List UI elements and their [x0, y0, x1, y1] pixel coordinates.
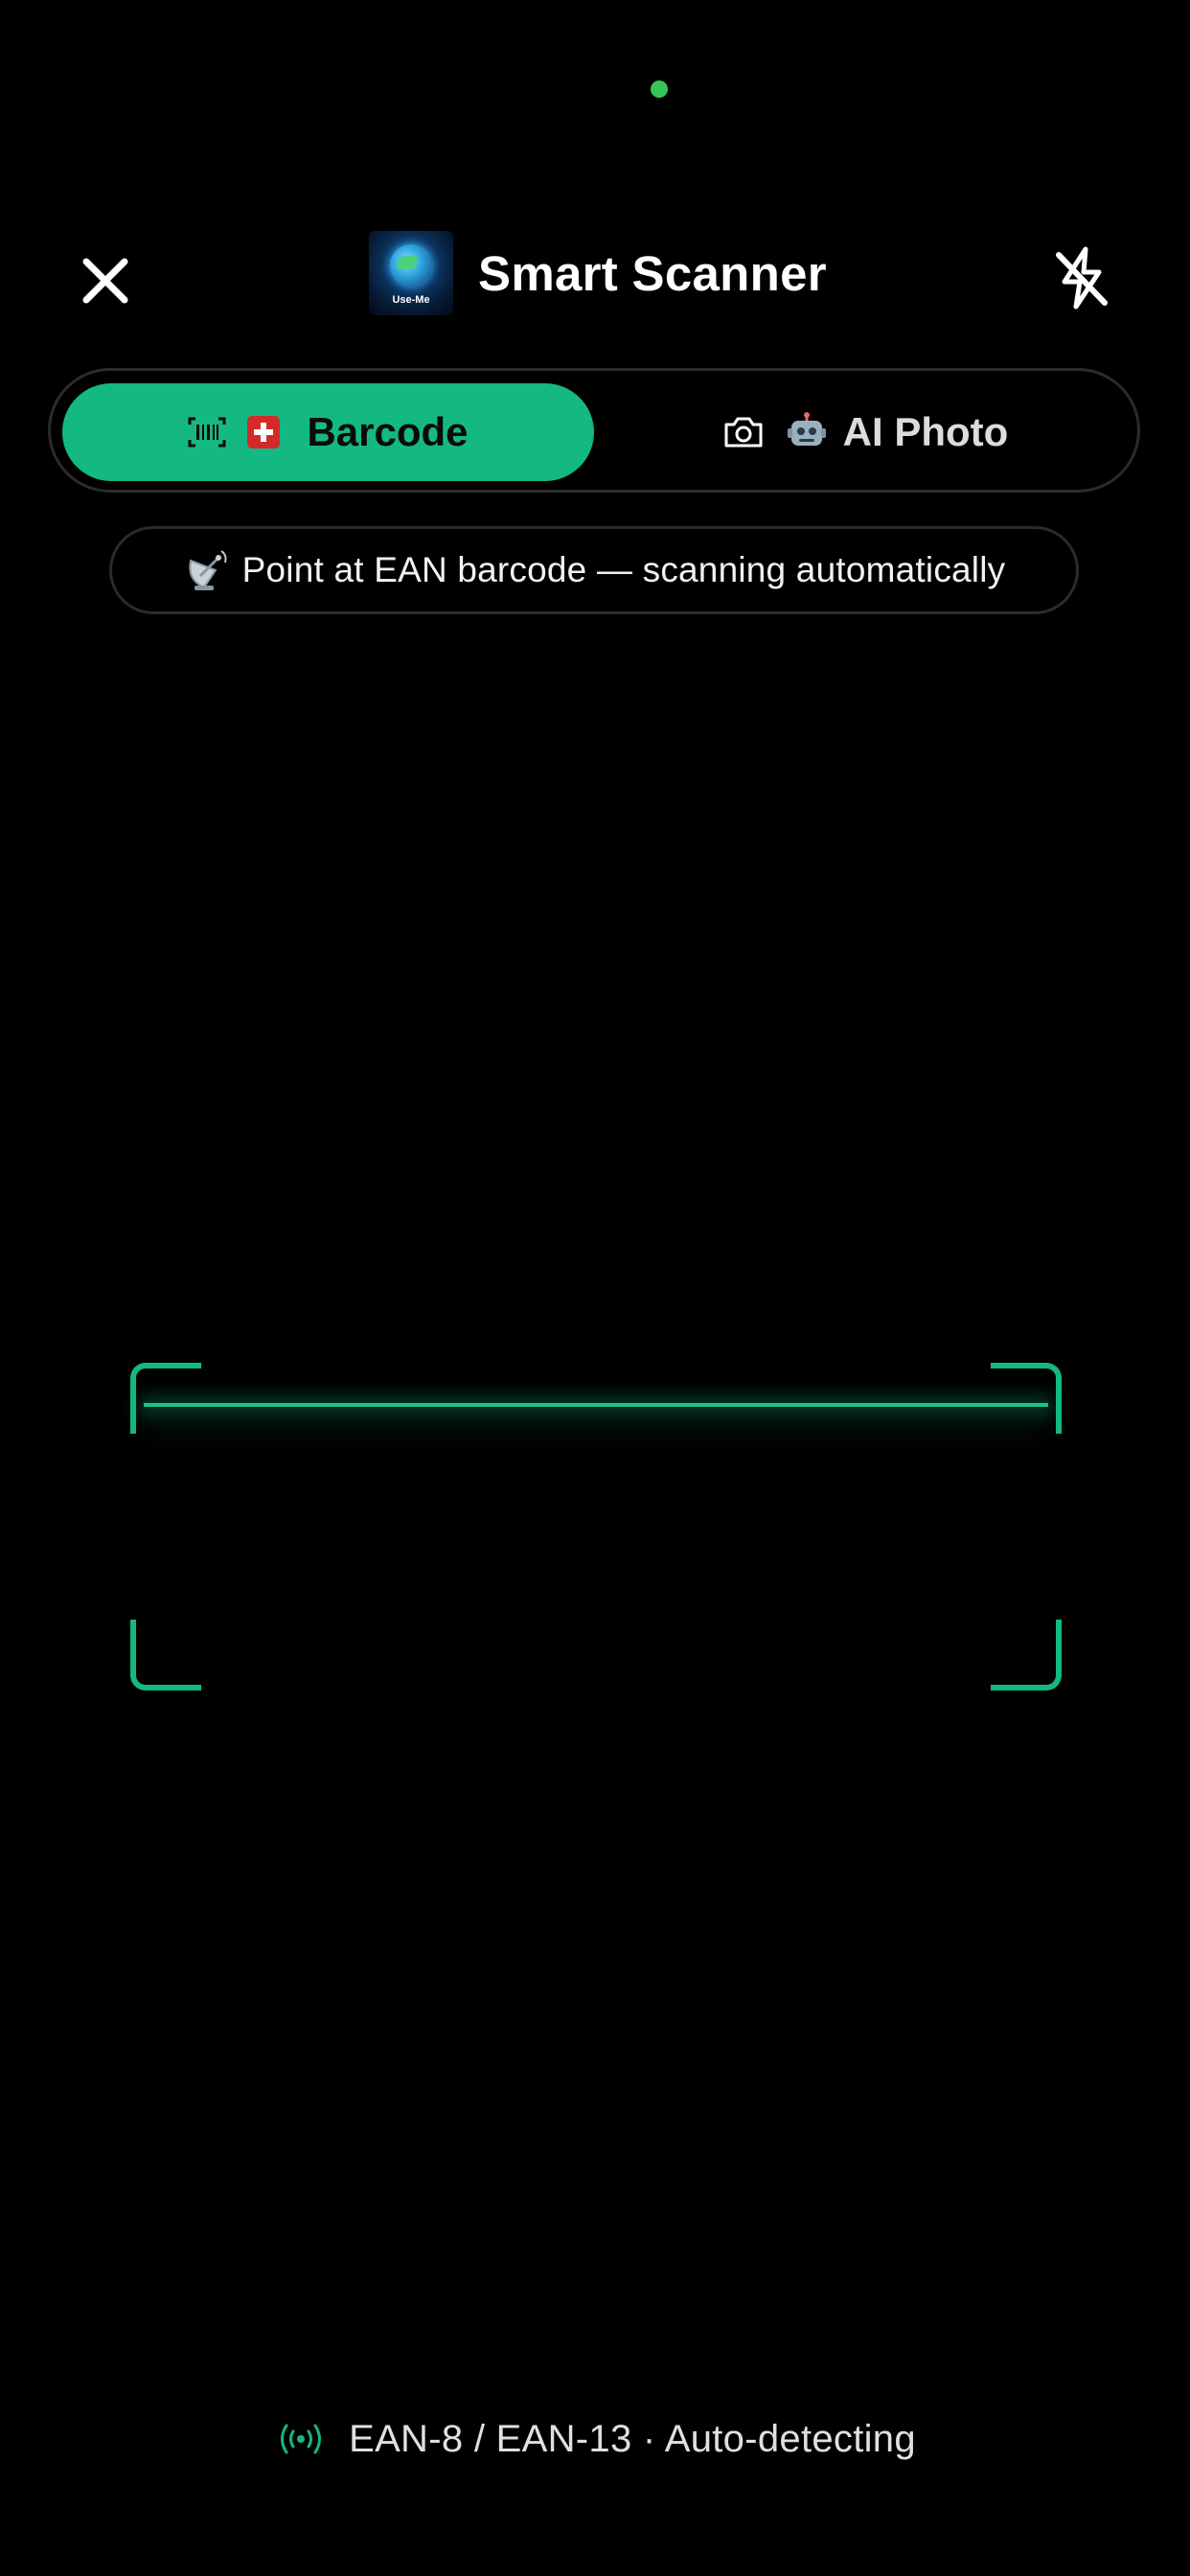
camera-icon — [722, 415, 765, 449]
page-title: Smart Scanner — [478, 245, 827, 301]
scan-frame-corner-bottom-right — [991, 1620, 1062, 1690]
ai-photo-mode-button[interactable]: AI Photo — [602, 383, 1129, 481]
barcode-mode-button[interactable]: Barcode — [62, 383, 594, 481]
ai-photo-mode-label: AI Photo — [842, 409, 1009, 454]
close-button[interactable] — [67, 242, 144, 319]
swiss-flag-emoji — [247, 416, 281, 448]
scan-frame-corner-bottom-left — [130, 1620, 201, 1690]
broadcast-icon — [274, 2420, 328, 2458]
footer-status-text: EAN-8 / EAN-13 · Auto-detecting — [349, 2417, 916, 2460]
scan-frame-corner-top-right — [991, 1363, 1062, 1434]
scan-hint: Point at EAN barcode — scanning automati… — [109, 526, 1079, 614]
top-bar: Use-Me Smart Scanner — [0, 220, 1190, 326]
robot-emoji — [786, 411, 828, 453]
scan-mode-toggle: Barcode AI Photo — [48, 368, 1140, 493]
scan-hint-text: Point at EAN barcode — scanning automati… — [241, 550, 1006, 589]
app-logo: Use-Me — [369, 231, 453, 315]
close-icon — [82, 258, 128, 304]
satellite-dish-icon — [183, 547, 229, 593]
barcode-icon — [188, 417, 226, 448]
header-title-group: Use-Me Smart Scanner — [369, 230, 827, 316]
scan-line — [144, 1403, 1048, 1407]
scan-frame — [130, 1363, 1062, 1690]
app-logo-text: Use-Me — [392, 294, 430, 306]
camera-indicator-dot — [651, 80, 668, 98]
barcode-mode-label: Barcode — [307, 409, 469, 454]
flash-off-icon — [1056, 246, 1108, 310]
footer-status: EAN-8 / EAN-13 · Auto-detecting — [0, 2405, 1190, 2472]
scan-frame-corner-top-left — [130, 1363, 201, 1434]
flash-toggle-button[interactable] — [1046, 240, 1117, 316]
